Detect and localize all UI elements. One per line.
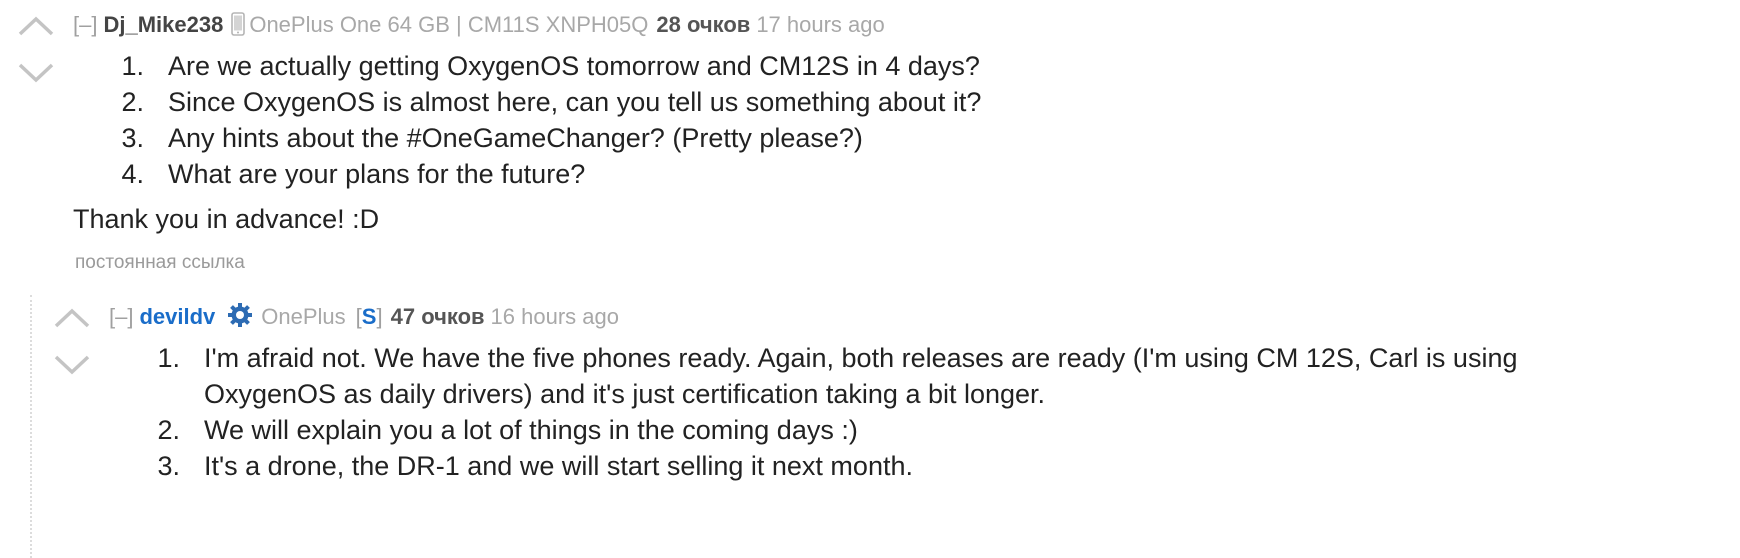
gear-icon [227,302,253,336]
list-item: 3. It's a drone, the DR-1 and we will sta… [157,451,913,481]
comment-paragraph: Thank you in advance! :D [73,204,380,234]
user-flair: OnePlus One 64 GB | CM11S XNPH05Q [249,12,649,37]
upvote-arrow-icon[interactable] [16,12,56,38]
list-item: 3. Any hints about the #OneGameChanger? (… [121,123,863,153]
thread-line [30,295,32,558]
permalink-link[interactable]: постоянная ссылка [75,252,245,274]
vote-controls [16,12,56,92]
downvote-arrow-icon[interactable] [16,60,56,86]
upvote-arrow-icon[interactable] [52,304,92,330]
list-item: 4. What are your plans for the future? [121,159,586,189]
vote-controls [52,304,92,384]
phone-icon [231,12,246,44]
score: 47 очков [390,304,485,329]
comment-tagline: [–] devildv OnePlus [S] 47 очков 16 hours ago [109,302,619,336]
timestamp: 17 hours ago [756,12,885,37]
list-item: 1. I'm afraid not. We have the five phone… [157,343,1518,409]
user-flair: OnePlus [261,304,346,329]
comment-body-list: 1. Are we actually getting OxygenOS tomor… [90,48,1290,192]
comment-thread: [–] Dj_Mike238 OnePlus One 64 GB | CM11S X… [0,0,1740,558]
list-item: 2. Since OxygenOS is almost here, can you… [121,87,982,117]
list-item: 1. Are we actually getting OxygenOS tomor… [121,51,980,81]
author-link[interactable]: Dj_Mike238 [103,12,223,37]
list-item: 2. We will explain you a lot of things in… [157,415,858,445]
comment-tagline: [–] Dj_Mike238 OnePlus One 64 GB | CM11S X… [73,10,885,44]
collapse-toggle[interactable]: [–] [109,304,133,329]
comment-body-list: 1. I'm afraid not. We have the five phone… [126,340,1526,484]
downvote-arrow-icon[interactable] [52,352,92,378]
timestamp: 16 hours ago [490,304,619,329]
collapse-toggle[interactable]: [–] [73,12,97,37]
author-link[interactable]: devildv [139,304,215,329]
submitter-badge[interactable]: [S] [356,304,383,329]
score: 28 очков [656,12,751,37]
